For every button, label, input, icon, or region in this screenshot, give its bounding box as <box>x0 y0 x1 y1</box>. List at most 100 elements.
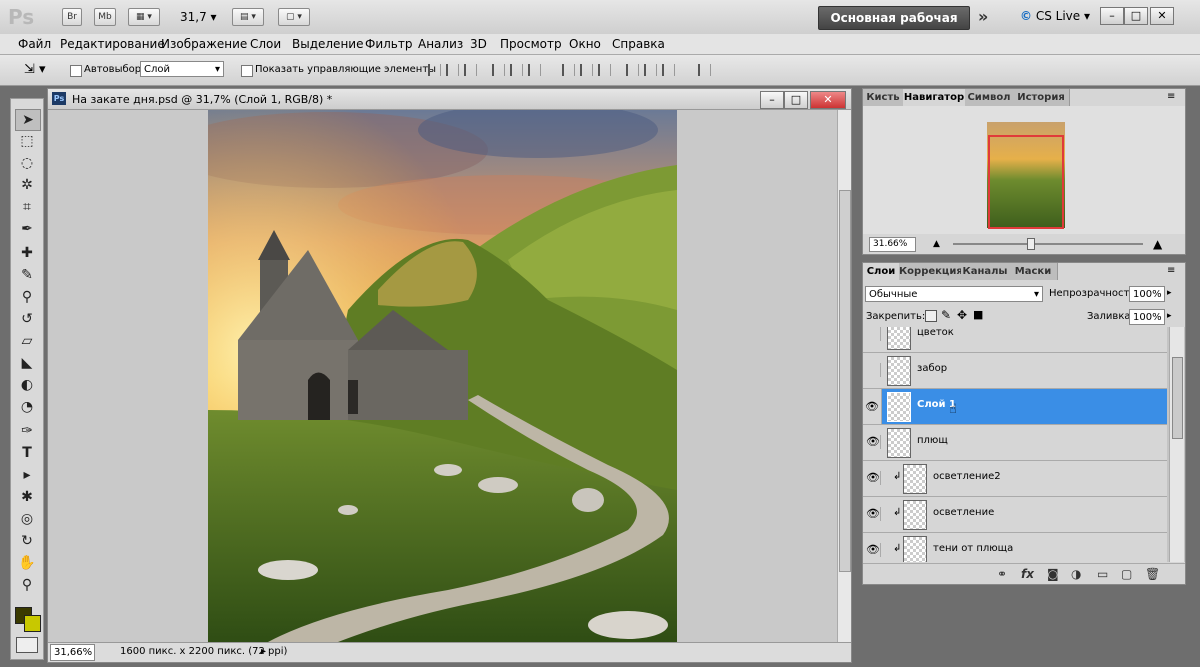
crop-tool-icon[interactable]: ⌗ <box>15 197 39 217</box>
layer-row[interactable]: цветок <box>863 327 1167 353</box>
navigator-view-box[interactable] <box>988 135 1064 229</box>
blur-tool-icon[interactable]: ◔ <box>15 397 39 417</box>
status-menu-arrow-icon[interactable]: ▸ <box>261 646 266 657</box>
eye-icon[interactable]: 👁 <box>866 507 881 521</box>
align-right-icon[interactable] <box>528 64 541 76</box>
history-brush-tool-icon[interactable]: ↺ <box>15 309 39 329</box>
navigator-zoom-slider[interactable] <box>953 238 1143 250</box>
visibility-toggle[interactable] <box>866 363 881 377</box>
move-tool-preset-icon[interactable]: ⇲ ▾ <box>24 62 46 77</box>
new-group-icon[interactable]: ▭ <box>1097 567 1108 581</box>
eye-icon[interactable]: 👁 <box>866 471 881 485</box>
menu-window[interactable]: Окно <box>569 37 601 51</box>
tab-brush[interactable]: Кисть <box>863 89 904 106</box>
align-vertical-center-icon[interactable] <box>446 64 459 76</box>
autoselect-checkbox[interactable] <box>70 65 82 77</box>
zoom-out-icon[interactable]: ▲ <box>933 239 940 249</box>
document-tab[interactable]: Ps На закате дня.psd @ 31,7% (Слой 1, RG… <box>48 89 851 110</box>
blend-mode-dropdown[interactable]: Обычные ▾ <box>865 286 1043 302</box>
doc-close-button[interactable]: ✕ <box>810 91 846 109</box>
align-top-icon[interactable] <box>428 64 441 76</box>
lock-pixels-icon[interactable]: ✎ <box>941 308 951 322</box>
shape-tool-icon[interactable]: ✱ <box>15 487 39 507</box>
move-tool-icon[interactable]: ➤ <box>15 109 41 131</box>
delete-layer-icon[interactable]: 🗑 <box>1145 567 1160 581</box>
bridge-button[interactable]: Br <box>62 8 82 26</box>
lock-position-icon[interactable]: ✥ <box>957 308 967 322</box>
3d-orbit-tool-icon[interactable]: ↻ <box>15 531 39 551</box>
zoom-tool-icon[interactable]: ⚲ <box>15 575 39 595</box>
screen-mode-button[interactable]: ▢ ▾ <box>278 8 310 26</box>
menu-help[interactable]: Справка <box>612 37 665 51</box>
paint-bucket-tool-icon[interactable]: ◣ <box>15 353 39 373</box>
hand-tool-icon[interactable]: ✋ <box>15 553 39 573</box>
tab-character[interactable]: Символ <box>965 89 1014 106</box>
tab-navigator[interactable]: Навигатор <box>903 89 966 106</box>
new-layer-icon[interactable]: ▢ <box>1121 567 1132 581</box>
mini-bridge-button[interactable]: Mb <box>94 8 116 26</box>
menu-analysis[interactable]: Анализ <box>418 37 463 51</box>
distribute-horizontal-center-icon[interactable] <box>644 64 657 76</box>
tab-channels[interactable]: Каналы <box>961 263 1010 280</box>
navigator-zoom-field[interactable]: 31.66% <box>869 237 916 252</box>
eye-icon[interactable]: 👁 <box>866 435 881 449</box>
add-mask-icon[interactable]: ◙ <box>1047 567 1059 581</box>
magic-wand-tool-icon[interactable]: ✲ <box>15 175 39 195</box>
link-layers-icon[interactable]: ⚭ <box>997 567 1007 581</box>
lock-all-icon[interactable]: ■ <box>973 308 983 321</box>
fill-arrow-icon[interactable]: ▸ <box>1167 311 1172 321</box>
dodge-tool-icon[interactable]: ◐ <box>15 375 39 395</box>
menu-filter[interactable]: Фильтр <box>365 37 412 51</box>
minimize-button[interactable]: – <box>1100 7 1124 25</box>
opacity-field[interactable]: 100% <box>1129 286 1165 302</box>
type-tool-icon[interactable]: T <box>15 443 39 463</box>
menu-file[interactable]: Файл <box>18 37 51 51</box>
layer-row[interactable]: 👁 ↲ тени от плюща <box>863 533 1167 562</box>
healing-brush-tool-icon[interactable]: ✚ <box>15 243 39 263</box>
layer-row-selected[interactable]: 👁 Слой 1 ☝ <box>863 389 1167 425</box>
layer-row[interactable]: 👁 ↲ осветление2 <box>863 461 1167 497</box>
eraser-tool-icon[interactable]: ▱ <box>15 331 39 351</box>
lock-transparency-icon[interactable] <box>925 310 937 322</box>
doc-minimize-button[interactable]: – <box>760 91 784 109</box>
layer-row[interactable]: 👁 ↲ осветление <box>863 497 1167 533</box>
quick-mask-icon[interactable] <box>16 637 38 653</box>
arrange-documents-button[interactable]: ▤ ▾ <box>232 8 264 26</box>
menu-3d[interactable]: 3D <box>470 37 487 51</box>
doc-maximize-button[interactable]: □ <box>784 91 808 109</box>
cs-live-button[interactable]: © CS Live ▾ <box>1020 9 1090 23</box>
layers-scrollbar[interactable] <box>1169 327 1184 562</box>
path-selection-tool-icon[interactable]: ▸ <box>15 465 39 485</box>
opacity-arrow-icon[interactable]: ▸ <box>1167 288 1172 298</box>
background-color-swatch[interactable] <box>24 615 41 632</box>
menu-image[interactable]: Изображение <box>161 37 247 51</box>
layers-scroll-thumb[interactable] <box>1172 357 1183 439</box>
layer-row[interactable]: 👁 плющ <box>863 425 1167 461</box>
status-zoom-field[interactable]: 31,66% <box>50 644 95 661</box>
tab-layers[interactable]: Слои <box>863 263 900 280</box>
vertical-scrollbar[interactable] <box>837 110 851 642</box>
layer-row[interactable]: забор <box>863 353 1167 389</box>
tab-masks[interactable]: Маски <box>1009 263 1058 280</box>
maximize-button[interactable]: □ <box>1124 7 1148 25</box>
adjustment-layer-icon[interactable]: ◑ <box>1071 567 1081 581</box>
close-button[interactable]: ✕ <box>1150 7 1174 25</box>
zoom-level[interactable]: 31,7 ▾ <box>180 10 217 24</box>
distribute-top-icon[interactable] <box>562 64 575 76</box>
tab-history[interactable]: История <box>1013 89 1070 106</box>
marquee-tool-icon[interactable]: ⬚ <box>15 131 39 151</box>
menu-view[interactable]: Просмотр <box>500 37 562 51</box>
autoselect-dropdown[interactable]: Слой ▾ <box>140 61 224 77</box>
layer-style-icon[interactable]: fx <box>1021 567 1034 581</box>
workspace-switcher[interactable]: Основная рабочая среда <box>818 6 970 47</box>
visibility-toggle[interactable] <box>866 327 881 341</box>
distribute-vertical-center-icon[interactable] <box>580 64 593 76</box>
brush-tool-icon[interactable]: ✎ <box>15 265 39 285</box>
view-extras-button[interactable]: ▦ ▾ <box>128 8 160 26</box>
distribute-right-icon[interactable] <box>662 64 675 76</box>
lasso-tool-icon[interactable]: ◌ <box>15 153 39 173</box>
more-workspaces-icon[interactable]: » <box>978 7 988 26</box>
pen-tool-icon[interactable]: ✑ <box>15 421 39 441</box>
eyedropper-tool-icon[interactable]: ✒ <box>15 219 39 239</box>
auto-align-layers-icon[interactable] <box>698 64 711 76</box>
